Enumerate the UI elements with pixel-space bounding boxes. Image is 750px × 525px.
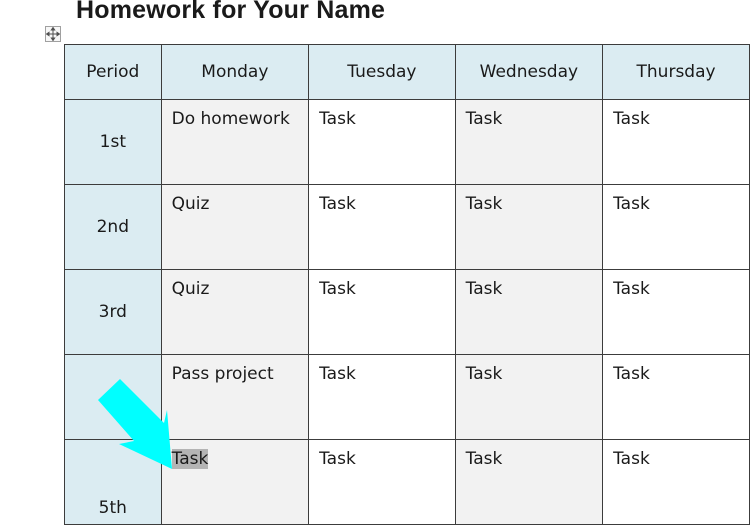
header-thursday[interactable]: Thursday	[602, 44, 750, 100]
cell-text: Task	[613, 109, 650, 129]
cell-text: Task	[465, 364, 503, 384]
tuesday-cell[interactable]: Task	[308, 354, 456, 440]
cell-text: Task	[319, 109, 356, 129]
wednesday-cell[interactable]: Task	[454, 99, 604, 185]
wednesday-cell[interactable]: Task	[454, 354, 604, 440]
period-cell[interactable]: 5th	[64, 439, 162, 525]
wednesday-cell[interactable]: Task	[454, 184, 604, 270]
cell-text: Task	[319, 194, 356, 214]
tuesday-cell[interactable]: Task	[308, 269, 456, 355]
cell-text: Task	[319, 449, 356, 469]
table-move-handle[interactable]	[45, 26, 61, 42]
cell-text: Task	[465, 194, 503, 214]
cell-text: Task	[319, 364, 356, 384]
header-monday[interactable]: Monday	[160, 44, 310, 100]
period-label: 3rd	[98, 302, 127, 322]
monday-cell[interactable]: Do homework	[160, 99, 310, 185]
period-cell[interactable]	[64, 354, 162, 440]
cell-text: Task	[613, 194, 650, 214]
table-row: 5th Task Task Task Task	[64, 439, 750, 525]
period-cell[interactable]: 2nd	[64, 184, 162, 270]
cell-text: Quiz	[171, 194, 210, 214]
header-period[interactable]: Period	[64, 44, 162, 100]
tuesday-cell[interactable]: Task	[308, 439, 456, 525]
selected-cell-text[interactable]: Task	[171, 449, 209, 469]
thursday-cell[interactable]: Task	[602, 439, 750, 525]
cell-text: Quiz	[171, 279, 210, 299]
move-arrows-icon	[46, 27, 60, 41]
thursday-cell[interactable]: Task	[602, 269, 750, 355]
header-tuesday[interactable]: Tuesday	[308, 44, 456, 100]
monday-cell[interactable]: Task	[160, 439, 310, 525]
cell-text: Task	[465, 279, 503, 299]
period-label: 1st	[99, 132, 126, 152]
period-cell[interactable]: 3rd	[64, 269, 162, 355]
tuesday-cell[interactable]: Task	[308, 184, 456, 270]
period-label: 2nd	[96, 217, 129, 237]
wednesday-cell[interactable]: Task	[454, 439, 604, 525]
cell-text: Task	[465, 109, 503, 129]
wednesday-cell[interactable]: Task	[454, 269, 604, 355]
table-row: 1st Do homework Task Task Task	[64, 99, 750, 185]
cell-text: Task	[613, 279, 650, 299]
cell-text: Do homework	[171, 109, 290, 129]
table-row: 2nd Quiz Task Task Task	[64, 184, 750, 270]
table-row: 3rd Quiz Task Task Task	[64, 269, 750, 355]
header-wednesday[interactable]: Wednesday	[454, 44, 604, 100]
tuesday-cell[interactable]: Task	[308, 99, 456, 185]
monday-cell[interactable]: Pass project	[160, 354, 310, 440]
cell-text: Pass project	[171, 364, 274, 384]
cell-text: Task	[319, 279, 356, 299]
cell-text: Task	[613, 364, 650, 384]
homework-table: Period Monday Tuesday Wednesday Thursday…	[64, 44, 750, 525]
thursday-cell[interactable]: Task	[602, 184, 750, 270]
cell-text: Task	[465, 449, 503, 469]
monday-cell[interactable]: Quiz	[160, 184, 310, 270]
period-label: 5th	[98, 498, 127, 518]
thursday-cell[interactable]: Task	[602, 354, 750, 440]
cell-text: Task	[613, 449, 650, 469]
table-row: Pass project Task Task Task	[64, 354, 750, 440]
monday-cell[interactable]: Quiz	[160, 269, 310, 355]
header-row: Period Monday Tuesday Wednesday Thursday	[64, 44, 750, 100]
document-title: Homework for Your Name	[76, 0, 386, 24]
thursday-cell[interactable]: Task	[602, 99, 750, 185]
period-cell[interactable]: 1st	[64, 99, 162, 185]
